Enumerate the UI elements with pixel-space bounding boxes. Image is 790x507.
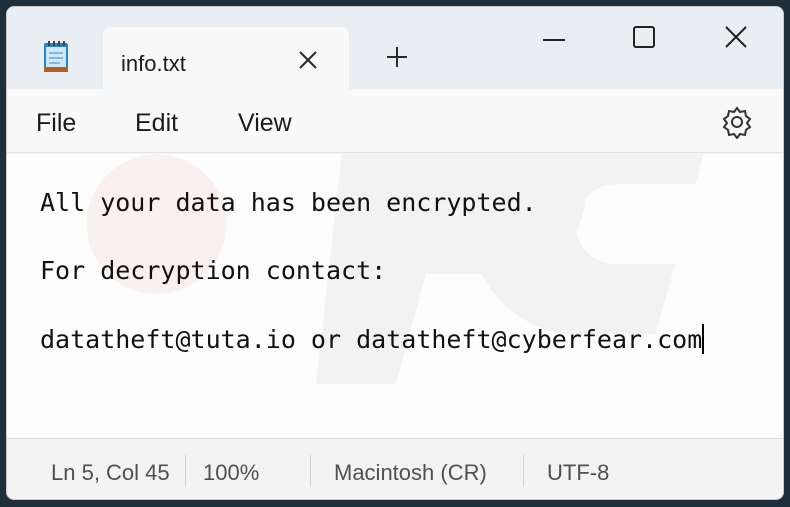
menu-view[interactable]: View [238, 109, 292, 138]
menu-bar: File Edit View [7, 89, 783, 153]
line-ending[interactable]: Macintosh (CR) [334, 460, 487, 486]
notepad-window: info.txt File Edit View All your data ha… [6, 6, 784, 500]
tab-title: info.txt [121, 51, 186, 76]
encoding[interactable]: UTF-8 [547, 460, 609, 486]
status-divider [185, 455, 186, 487]
close-window-icon[interactable] [713, 21, 759, 53]
cursor-position: Ln 5, Col 45 [51, 460, 170, 485]
menu-file[interactable]: File [36, 109, 76, 138]
gear-icon[interactable] [720, 105, 754, 139]
text-editor[interactable]: All your data has been encrypted. For de… [7, 154, 783, 438]
status-divider [310, 455, 311, 487]
text-caret [702, 324, 705, 354]
text-line: datatheft@tuta.io or datatheft@cyberfear… [40, 325, 703, 354]
close-icon[interactable] [295, 47, 321, 73]
zoom-level[interactable]: 100% [203, 460, 259, 486]
text-line: All your data has been encrypted. [40, 188, 537, 217]
text-line-with-caret: datatheft@tuta.io or datatheft@cyberfear… [40, 324, 705, 354]
text-line: For decryption contact: [40, 256, 387, 285]
plus-icon[interactable] [383, 43, 411, 71]
minimize-icon[interactable] [531, 21, 577, 53]
maximize-icon[interactable] [621, 21, 667, 53]
status-bar: Ln 5, Col 45 100% Macintosh (CR) UTF-8 [7, 438, 783, 499]
title-bar: info.txt [7, 7, 783, 91]
notepad-icon [44, 41, 68, 72]
status-divider [523, 455, 524, 487]
menu-edit[interactable]: Edit [135, 109, 178, 138]
tab-info-txt[interactable]: info.txt [103, 27, 349, 91]
